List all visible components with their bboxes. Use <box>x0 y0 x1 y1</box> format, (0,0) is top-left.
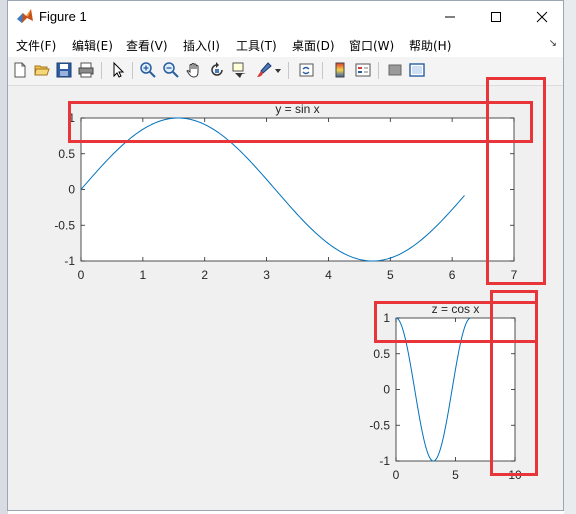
y-tick-label: 0 <box>68 183 75 197</box>
y-tick-label: 0.5 <box>373 347 390 361</box>
y-tick-label: -0.5 <box>54 218 75 232</box>
figure-canvas: 0 1 2 3 4 5 6 7-1-0.500.51y = sin x0 5 10-1-0.500… <box>54 102 522 482</box>
x-tick-label: 6 <box>449 268 456 282</box>
x-tick-label: 4 <box>325 268 332 282</box>
y-tick-label: -0.5 <box>369 418 390 432</box>
desktop-background-right <box>564 0 576 514</box>
annotation-box-xlim-1 <box>486 77 546 285</box>
y-tick-label: -1 <box>64 254 75 268</box>
x-tick-label: 2 <box>201 268 208 282</box>
annotation-box-xlim-2 <box>490 290 538 476</box>
y-tick-label: 0.5 <box>58 147 75 161</box>
x-tick-label: 0 <box>393 468 400 482</box>
y-tick-label: 0 <box>383 383 390 397</box>
annotation-box-title-1 <box>68 101 533 143</box>
x-tick-label: 5 <box>452 468 459 482</box>
x-tick-label: 0 <box>78 268 85 282</box>
figure-window: Figure 1 文件(F) 编辑(E) 查看(V) 插入(I) 工具(T) 桌… <box>7 0 564 511</box>
x-tick-label: 3 <box>263 268 270 282</box>
y-tick-label: -1 <box>379 454 390 468</box>
x-tick-label: 5 <box>387 268 394 282</box>
x-tick-label: 1 <box>140 268 147 282</box>
